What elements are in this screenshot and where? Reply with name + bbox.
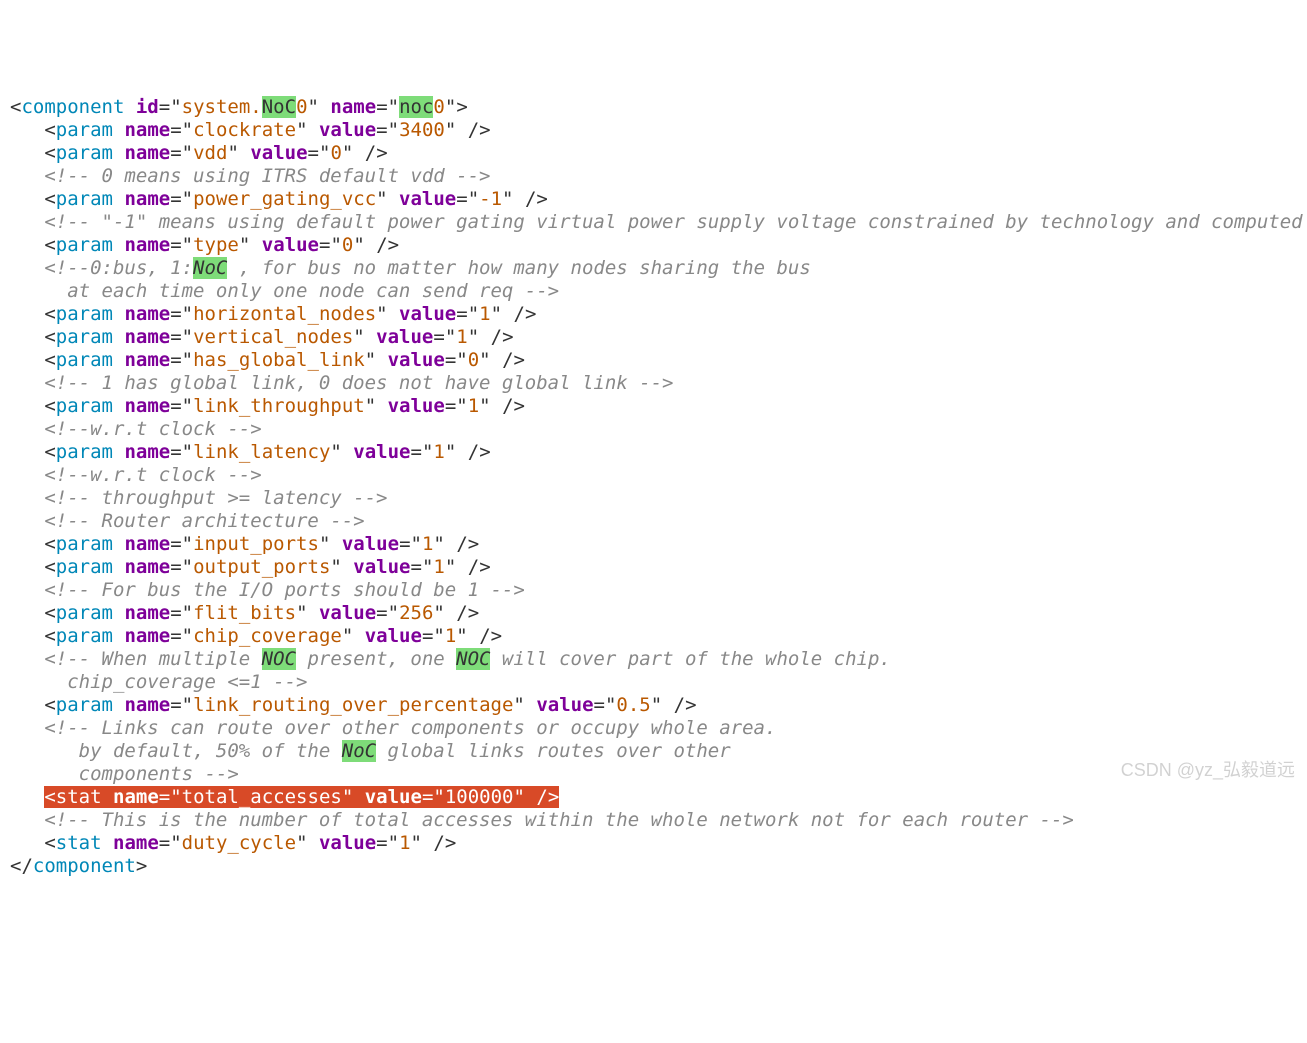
highlight-noc: NoC — [193, 257, 227, 279]
line-comment: <!--w.r.t clock --> — [10, 464, 262, 486]
line-stat-total-accesses: <stat name="total_accesses" value="10000… — [10, 786, 559, 808]
line-component-close: </component> — [10, 855, 147, 877]
line-stat-duty-cycle: <stat name="duty_cycle" value="1" /> — [10, 832, 456, 854]
line-comment: at each time only one node can send req … — [10, 280, 559, 302]
line-comment: <!--0:bus, 1:NoC , for bus no matter how… — [10, 257, 811, 279]
line-param-ccov: <param name="chip_coverage" value="1" /> — [10, 625, 502, 647]
line-comment: <!-- This is the number of total accesse… — [10, 809, 1074, 831]
line-comment: <!-- "-1" means using default power gati… — [10, 211, 1307, 233]
line-param-type: <param name="type" value="0" /> — [10, 234, 399, 256]
line-param-vdd: <param name="vdd" value="0" /> — [10, 142, 388, 164]
line-comment: <!-- When multiple NOC present, one NOC … — [10, 648, 891, 670]
code-block: <component id="system.NoC0" name="noc0">… — [10, 96, 1297, 878]
line-comment: components --> — [10, 763, 239, 785]
line-comment: <!--w.r.t clock --> — [10, 418, 262, 440]
line-comment: <!-- throughput >= latency --> — [10, 487, 388, 509]
line-param-flit: <param name="flit_bits" value="256" /> — [10, 602, 479, 624]
highlight-noc: NoC — [342, 740, 376, 762]
line-param-oports: <param name="output_ports" value="1" /> — [10, 556, 491, 578]
line-param-lthr: <param name="link_throughput" value="1" … — [10, 395, 525, 417]
highlight-noc: NoC — [262, 96, 296, 118]
highlight-noc: noc — [399, 96, 433, 118]
line-param-hnodes: <param name="horizontal_nodes" value="1"… — [10, 303, 536, 325]
line-comment: by default, 50% of the NoC global links … — [10, 740, 731, 762]
line-component-open: <component id="system.NoC0" name="noc0"> — [10, 96, 468, 118]
highlight-noc: NOC — [456, 648, 490, 670]
line-param-clockrate: <param name="clockrate" value="3400" /> — [10, 119, 491, 141]
line-param-hglink: <param name="has_global_link" value="0" … — [10, 349, 525, 371]
highlight-noc: NOC — [262, 648, 296, 670]
line-comment: <!-- Links can route over other componen… — [10, 717, 776, 739]
line-comment: chip_coverage <=1 --> — [10, 671, 307, 693]
line-comment: <!-- Router architecture --> — [10, 510, 365, 532]
highlight-selected-line: <stat name="total_accesses" value="10000… — [44, 786, 559, 808]
line-param-lrop: <param name="link_routing_over_percentag… — [10, 694, 697, 716]
line-param-iports: <param name="input_ports" value="1" /> — [10, 533, 479, 555]
line-comment: <!-- 0 means using ITRS default vdd --> — [10, 165, 490, 187]
line-param-vnodes: <param name="vertical_nodes" value="1" /… — [10, 326, 514, 348]
line-comment: <!-- For bus the I/O ports should be 1 -… — [10, 579, 525, 601]
line-param-pgvcc: <param name="power_gating_vcc" value="-1… — [10, 188, 548, 210]
line-param-llat: <param name="link_latency" value="1" /> — [10, 441, 491, 463]
line-comment: <!-- 1 has global link, 0 does not have … — [10, 372, 673, 394]
